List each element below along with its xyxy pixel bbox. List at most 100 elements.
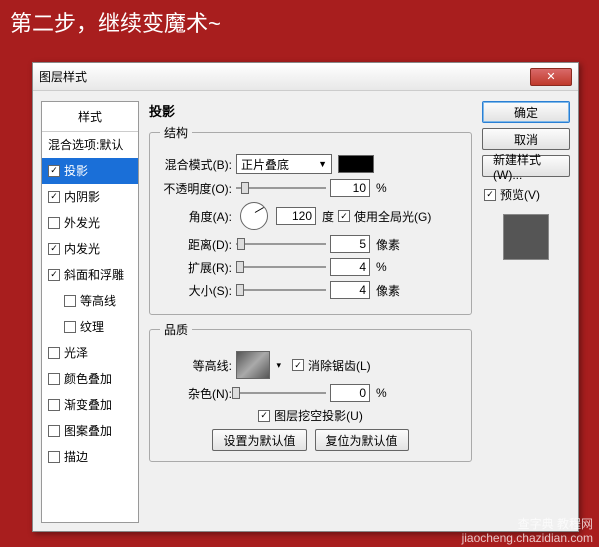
distance-row: 距离(D): 像素 <box>160 235 461 253</box>
preview-label: 预览(V) <box>500 186 540 203</box>
chevron-down-icon: ▼ <box>318 159 327 169</box>
preview-row: 预览(V) <box>482 186 570 203</box>
styles-checkbox-12[interactable] <box>48 451 60 463</box>
reset-default-button[interactable]: 复位为默认值 <box>315 429 409 451</box>
styles-item-8[interactable]: 光泽 <box>42 340 138 366</box>
distance-input[interactable] <box>330 235 370 253</box>
distance-slider[interactable] <box>236 237 326 251</box>
styles-item-12[interactable]: 描边 <box>42 444 138 470</box>
size-input[interactable] <box>330 281 370 299</box>
blend-mode-row: 混合模式(B): 正片叠底 ▼ <box>160 154 461 174</box>
styles-header: 样式 <box>42 102 138 132</box>
angle-input[interactable] <box>276 207 316 225</box>
quality-legend: 品质 <box>160 321 192 338</box>
main-panel: 投影 结构 混合模式(B): 正片叠底 ▼ 不透明度(O): % <box>145 101 476 523</box>
styles-item-label: 等高线 <box>80 292 116 309</box>
size-slider[interactable] <box>236 283 326 297</box>
set-default-button[interactable]: 设置为默认值 <box>212 429 306 451</box>
styles-item-label: 内发光 <box>64 240 100 257</box>
knockout-row: 图层挖空投影(U) <box>160 407 461 424</box>
default-buttons-row: 设置为默认值 复位为默认值 <box>160 429 461 451</box>
spread-unit: % <box>376 260 387 274</box>
global-light-label: 使用全局光(G) <box>354 208 431 225</box>
styles-checkbox-5[interactable] <box>48 269 60 281</box>
watermark: 查字典 教程网 jiaocheng.chazidian.com <box>462 517 593 545</box>
spread-label: 扩展(R): <box>160 259 232 276</box>
angle-label: 角度(A): <box>160 208 232 225</box>
styles-checkbox-1[interactable] <box>48 165 60 177</box>
preview-checkbox[interactable] <box>484 189 496 201</box>
ok-button[interactable]: 确定 <box>482 101 570 123</box>
styles-item-label: 外发光 <box>64 214 100 231</box>
contour-row: 等高线: 消除锯齿(L) <box>160 351 461 379</box>
styles-checkbox-11[interactable] <box>48 425 60 437</box>
styles-item-label: 内阴影 <box>64 188 100 205</box>
contour-picker[interactable] <box>236 351 270 379</box>
spread-row: 扩展(R): % <box>160 258 461 276</box>
styles-item-1[interactable]: 投影 <box>42 158 138 184</box>
styles-checkbox-7[interactable] <box>64 321 76 333</box>
new-style-button[interactable]: 新建样式(W)... <box>482 155 570 177</box>
shadow-color-swatch[interactable] <box>338 155 374 173</box>
blend-mode-dropdown[interactable]: 正片叠底 ▼ <box>236 154 332 174</box>
styles-checkbox-2[interactable] <box>48 191 60 203</box>
styles-item-label: 渐变叠加 <box>64 396 112 413</box>
styles-item-4[interactable]: 内发光 <box>42 236 138 262</box>
cancel-button[interactable]: 取消 <box>482 128 570 150</box>
global-light-checkbox[interactable] <box>338 210 350 222</box>
antialias-label: 消除锯齿(L) <box>308 357 371 374</box>
styles-panel: 样式 混合选项:默认投影内阴影外发光内发光斜面和浮雕等高线纹理光泽颜色叠加渐变叠… <box>41 101 139 523</box>
angle-dial[interactable] <box>240 202 268 230</box>
styles-item-0[interactable]: 混合选项:默认 <box>42 132 138 158</box>
titlebar: 图层样式 ✕ <box>33 63 578 91</box>
spread-input[interactable] <box>330 258 370 276</box>
size-unit: 像素 <box>376 282 400 299</box>
watermark-line1: 查字典 教程网 <box>462 517 593 531</box>
close-icon: ✕ <box>546 70 555 83</box>
spread-slider[interactable] <box>236 260 326 274</box>
styles-item-label: 斜面和浮雕 <box>64 266 124 283</box>
styles-checkbox-6[interactable] <box>64 295 76 307</box>
styles-item-2[interactable]: 内阴影 <box>42 184 138 210</box>
styles-item-label: 混合选项:默认 <box>48 136 123 153</box>
structure-group: 结构 混合模式(B): 正片叠底 ▼ 不透明度(O): % 角度( <box>149 124 472 315</box>
noise-slider[interactable] <box>236 386 326 400</box>
styles-item-11[interactable]: 图案叠加 <box>42 418 138 444</box>
noise-label: 杂色(N): <box>160 385 232 402</box>
dialog-title: 图层样式 <box>39 68 530 85</box>
styles-item-3[interactable]: 外发光 <box>42 210 138 236</box>
styles-item-6[interactable]: 等高线 <box>42 288 138 314</box>
knockout-checkbox[interactable] <box>258 410 270 422</box>
styles-item-label: 图案叠加 <box>64 422 112 439</box>
styles-checkbox-9[interactable] <box>48 373 60 385</box>
styles-item-10[interactable]: 渐变叠加 <box>42 392 138 418</box>
styles-item-label: 光泽 <box>64 344 88 361</box>
contour-label: 等高线: <box>160 357 232 374</box>
opacity-input[interactable] <box>330 179 370 197</box>
styles-item-label: 颜色叠加 <box>64 370 112 387</box>
close-button[interactable]: ✕ <box>530 68 572 86</box>
styles-checkbox-8[interactable] <box>48 347 60 359</box>
effect-title: 投影 <box>149 101 472 120</box>
antialias-checkbox[interactable] <box>292 359 304 371</box>
styles-checkbox-10[interactable] <box>48 399 60 411</box>
angle-row: 角度(A): 度 使用全局光(G) <box>160 202 461 230</box>
styles-item-5[interactable]: 斜面和浮雕 <box>42 262 138 288</box>
styles-item-7[interactable]: 纹理 <box>42 314 138 340</box>
blend-mode-label: 混合模式(B): <box>160 156 232 173</box>
quality-group: 品质 等高线: 消除锯齿(L) 杂色(N): % 图层挖空投影(U) <box>149 321 472 462</box>
size-label: 大小(S): <box>160 282 232 299</box>
opacity-slider[interactable] <box>236 181 326 195</box>
styles-item-label: 纹理 <box>80 318 104 335</box>
noise-row: 杂色(N): % <box>160 384 461 402</box>
styles-checkbox-3[interactable] <box>48 217 60 229</box>
distance-unit: 像素 <box>376 236 400 253</box>
opacity-unit: % <box>376 181 387 195</box>
styles-item-label: 投影 <box>64 162 88 179</box>
structure-legend: 结构 <box>160 124 192 141</box>
noise-input[interactable] <box>330 384 370 402</box>
styles-checkbox-4[interactable] <box>48 243 60 255</box>
knockout-label: 图层挖空投影(U) <box>274 407 363 424</box>
right-panel: 确定 取消 新建样式(W)... 预览(V) <box>482 101 570 523</box>
styles-item-9[interactable]: 颜色叠加 <box>42 366 138 392</box>
